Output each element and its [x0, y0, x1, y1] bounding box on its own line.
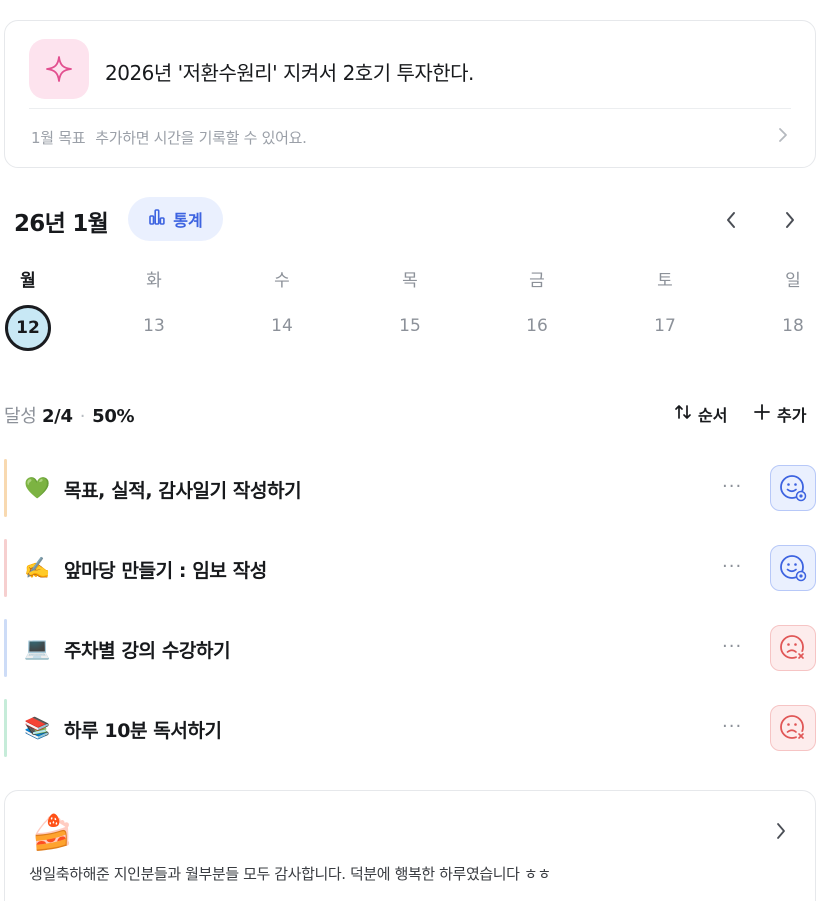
- achievement-summary: 달성 2/4 · 50%: [4, 402, 135, 428]
- sort-arrows-icon: [674, 403, 692, 425]
- monthly-goal-label: 1월 목표: [31, 128, 86, 147]
- task-color-bar: [4, 619, 7, 677]
- task-label: 앞마당 만들기 : 임보 작성: [64, 560, 267, 582]
- chevron-right-icon: [775, 821, 787, 845]
- status-success-button[interactable]: [770, 465, 816, 511]
- status-fail-button[interactable]: [770, 625, 816, 671]
- weekday-label: 일: [785, 271, 801, 291]
- goal-card[interactable]: 2026년 '저환수원리' 지켜서 2호기 투자한다. 1월 목표 추가하면 시…: [4, 20, 816, 168]
- task-item[interactable]: 💻 주차별 강의 수강하기 ···: [4, 619, 816, 677]
- weekday-label: 수: [274, 271, 290, 291]
- weekday-label: 화: [146, 271, 162, 291]
- achievement-label: 달성: [4, 406, 37, 427]
- separator-dot: ·: [79, 406, 86, 427]
- more-options-button[interactable]: ···: [722, 716, 742, 737]
- frown-x-icon: [780, 635, 806, 661]
- prev-week-button[interactable]: [716, 205, 746, 235]
- reorder-button[interactable]: 순서: [674, 402, 727, 426]
- task-color-bar: [4, 459, 7, 517]
- memo-text: 생일축하해준 지인분들과 월부분들 모두 감사합니다. 덕분에 행복한 하루였습…: [29, 865, 551, 883]
- monthly-goal-hint: 추가하면 시간을 기록할 수 있어요.: [95, 128, 307, 147]
- divider: [29, 108, 791, 109]
- chevron-right-icon: [777, 127, 789, 147]
- date-cell[interactable]: 15: [385, 316, 435, 336]
- task-item[interactable]: ✍️ 앞마당 만들기 : 임보 작성 ···: [4, 539, 816, 597]
- writing-hand-icon: ✍️: [24, 556, 51, 580]
- task-color-bar: [4, 699, 7, 757]
- more-options-button[interactable]: ···: [722, 636, 742, 657]
- stats-label: 통계: [173, 211, 203, 230]
- task-item[interactable]: 💚 목표, 실적, 감사일기 작성하기 ···: [4, 459, 816, 517]
- date-cell[interactable]: 14: [257, 316, 307, 336]
- stats-button[interactable]: 통계: [128, 197, 223, 241]
- monthly-goal-row[interactable]: 1월 목표 추가하면 시간을 기록할 수 있어요.: [31, 123, 789, 151]
- task-label: 목표, 실적, 감사일기 작성하기: [64, 480, 302, 502]
- chevron-left-icon: [727, 212, 735, 228]
- chevron-right-icon: [786, 212, 794, 228]
- memo-card[interactable]: 🍰 생일축하해준 지인분들과 월부분들 모두 감사합니다. 덕분에 행복한 하루…: [4, 790, 816, 901]
- achievement-count: 2/4: [41, 406, 73, 427]
- status-fail-button[interactable]: [770, 705, 816, 751]
- task-label: 하루 10분 독서하기: [64, 720, 222, 742]
- smile-check-icon: [780, 555, 807, 582]
- laptop-icon: 💻: [24, 636, 51, 660]
- achievement-percent: 50%: [92, 406, 135, 427]
- more-options-button[interactable]: ···: [722, 476, 742, 497]
- date-cell[interactable]: 13: [129, 316, 179, 336]
- heart-icon: 💚: [24, 476, 51, 500]
- status-success-button[interactable]: [770, 545, 816, 591]
- next-week-button[interactable]: [775, 205, 805, 235]
- reorder-label: 순서: [698, 406, 728, 425]
- weekday-label: 월: [20, 271, 36, 291]
- date-cell[interactable]: 17: [640, 316, 690, 336]
- books-icon: 📚: [24, 716, 51, 740]
- add-label: 추가: [777, 406, 807, 425]
- task-color-bar: [4, 539, 7, 597]
- goal-title: 2026년 '저환수원리' 지켜서 2호기 투자한다.: [105, 61, 474, 85]
- bar-chart-icon: [148, 208, 166, 230]
- plus-icon: [753, 403, 771, 425]
- cake-icon: 🍰: [31, 813, 74, 853]
- date-selected[interactable]: 12: [5, 305, 51, 351]
- smile-check-icon: [780, 475, 807, 502]
- weekday-label: 토: [657, 271, 673, 291]
- weekday-label: 금: [529, 271, 545, 291]
- sparkle-icon: [29, 39, 89, 99]
- weekday-label: 목: [402, 271, 418, 291]
- month-title: 26년 1월: [14, 211, 109, 237]
- more-options-button[interactable]: ···: [722, 556, 742, 577]
- add-task-button[interactable]: 추가: [753, 402, 806, 426]
- task-item[interactable]: 📚 하루 10분 독서하기 ···: [4, 699, 816, 757]
- date-cell[interactable]: 16: [512, 316, 562, 336]
- task-label: 주차별 강의 수강하기: [64, 640, 231, 662]
- date-cell[interactable]: 18: [768, 316, 818, 336]
- frown-x-icon: [780, 715, 806, 741]
